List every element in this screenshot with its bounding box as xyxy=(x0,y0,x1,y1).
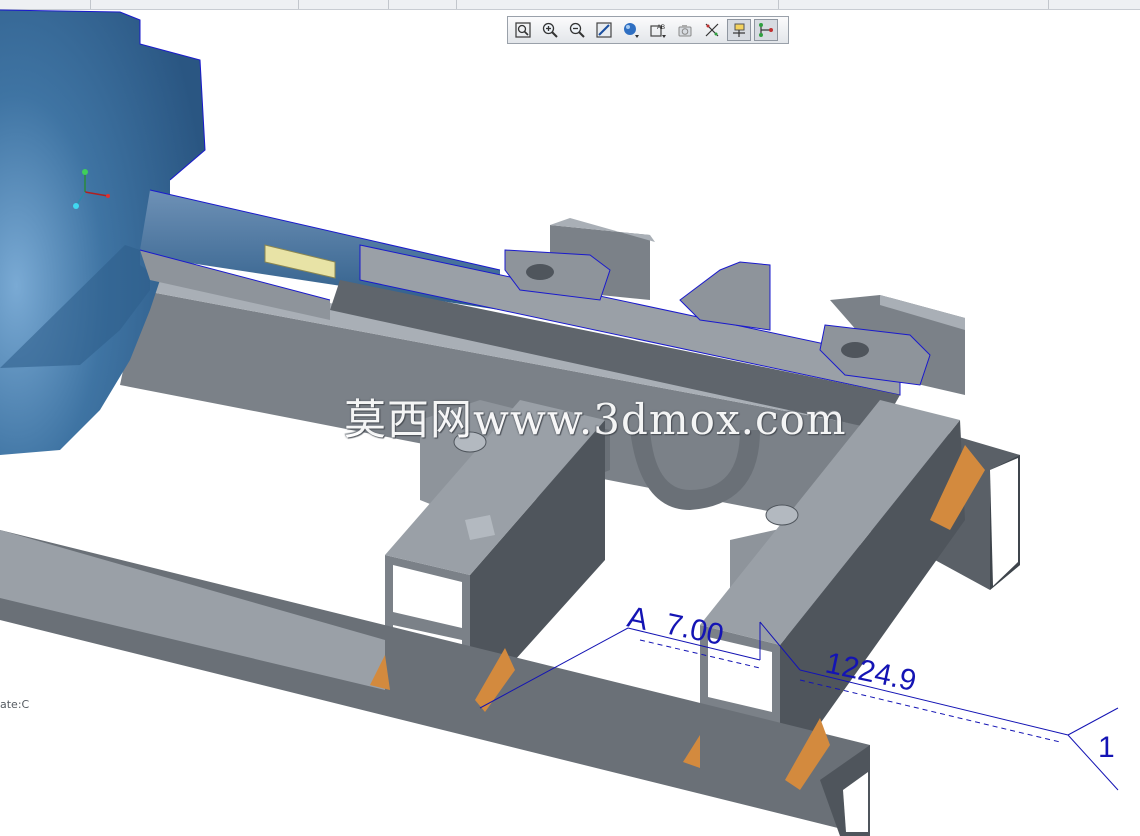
saved-views-icon xyxy=(678,25,692,37)
datum-points-button[interactable] xyxy=(754,19,778,41)
display-style-button[interactable] xyxy=(619,19,643,41)
datum-points-icon xyxy=(759,23,773,37)
datum-display-icon xyxy=(705,23,719,37)
zoom-in-button[interactable] xyxy=(538,19,562,41)
datum-tag-label: A xyxy=(625,601,651,637)
svg-text:AB: AB xyxy=(657,25,665,31)
annotation-display-icon: AB xyxy=(650,25,666,38)
spin-center-button[interactable] xyxy=(727,19,751,41)
zoom-fit-button[interactable] xyxy=(511,19,535,41)
watermark-text: 莫西网www.3dmox.com xyxy=(344,395,847,444)
state-label: ate:C xyxy=(0,698,30,711)
repaint-button[interactable] xyxy=(592,19,616,41)
display-style-icon xyxy=(624,23,639,38)
zoom-out-button[interactable] xyxy=(565,19,589,41)
edge-dimension-label: 1 xyxy=(1098,731,1115,764)
spin-center-icon xyxy=(733,23,745,37)
zoom-fit-icon xyxy=(515,22,531,38)
zoom-in-icon xyxy=(542,22,558,38)
saved-views-button[interactable] xyxy=(673,19,697,41)
annotation-display-button[interactable]: AB xyxy=(646,19,670,41)
datum-display-button[interactable] xyxy=(700,19,724,41)
repaint-icon xyxy=(596,22,612,38)
zoom-out-icon xyxy=(569,22,585,38)
graphics-toolbar: AB xyxy=(507,16,789,44)
